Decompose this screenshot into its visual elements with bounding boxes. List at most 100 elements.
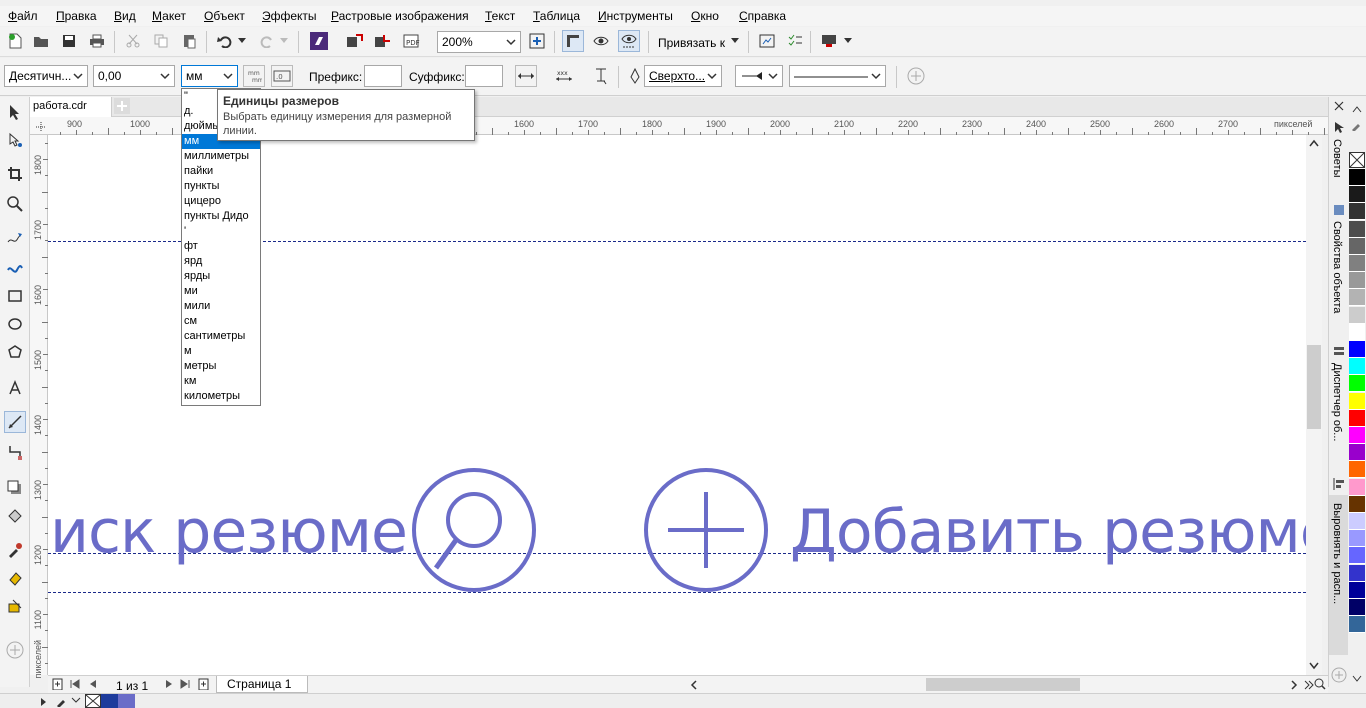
add-page-before-icon[interactable] bbox=[52, 678, 64, 690]
line-style-combo[interactable] bbox=[789, 65, 886, 87]
text-position-combo[interactable]: Сверхто... bbox=[644, 65, 722, 87]
status-expand-icon[interactable] bbox=[40, 697, 48, 707]
vertical-ruler[interactable]: 1800 1700 1600 1500 1400 1300 1200 1100 … bbox=[30, 135, 48, 678]
hints-icon[interactable] bbox=[1332, 121, 1346, 135]
color-swatch[interactable] bbox=[1349, 461, 1365, 479]
units-option[interactable]: м bbox=[182, 344, 260, 359]
dynamic-dimensioning-icon[interactable]: .0 bbox=[271, 65, 293, 87]
units-option[interactable]: ярды bbox=[182, 269, 260, 284]
palette-scroll-down-icon[interactable] bbox=[1352, 675, 1362, 683]
units-option[interactable]: километры bbox=[182, 389, 260, 404]
show-units-icon[interactable]: mm mm bbox=[243, 65, 265, 87]
outline-color-swatch[interactable] bbox=[118, 694, 135, 708]
units-option[interactable]: миллиметры bbox=[182, 149, 260, 164]
search-magnifier-icon[interactable] bbox=[412, 468, 536, 592]
artistic-media-icon[interactable] bbox=[4, 257, 26, 279]
menu-help[interactable]: Справка bbox=[739, 9, 786, 23]
units-option[interactable]: км bbox=[182, 374, 260, 389]
next-page-icon[interactable] bbox=[164, 679, 174, 689]
docker-tab-object-properties[interactable]: Свойства объекта bbox=[1331, 221, 1343, 313]
guideline[interactable] bbox=[48, 592, 1306, 593]
color-swatch[interactable] bbox=[1349, 564, 1365, 582]
color-swatch[interactable] bbox=[1349, 427, 1365, 444]
menu-object[interactable]: Объект bbox=[204, 9, 245, 23]
interactive-fill-icon[interactable] bbox=[4, 567, 26, 589]
pick-tool-icon[interactable] bbox=[4, 101, 26, 123]
text-position-icon[interactable]: xxx bbox=[553, 65, 575, 87]
menu-file[interactable]: Файл bbox=[8, 9, 38, 23]
import-icon[interactable] bbox=[344, 30, 366, 52]
first-page-icon[interactable] bbox=[70, 679, 80, 689]
units-option[interactable]: ' bbox=[182, 224, 260, 239]
menu-bitmaps[interactable]: Растровые изображения bbox=[331, 9, 469, 23]
color-swatch[interactable] bbox=[1349, 358, 1365, 376]
color-swatch[interactable] bbox=[1349, 272, 1365, 290]
units-option[interactable]: ярд bbox=[182, 254, 260, 269]
menu-edit[interactable]: Правка bbox=[56, 9, 97, 23]
units-option[interactable]: метры bbox=[182, 359, 260, 374]
ellipse-tool-icon[interactable] bbox=[4, 313, 26, 335]
copy-icon[interactable] bbox=[150, 30, 172, 52]
transparency-tool-icon[interactable] bbox=[4, 505, 26, 527]
last-page-icon[interactable] bbox=[180, 679, 190, 689]
show-guidelines-icon[interactable] bbox=[618, 30, 640, 52]
menu-tools[interactable]: Инструменты bbox=[598, 9, 673, 23]
search-resume-text[interactable]: иск резюме bbox=[50, 497, 408, 567]
publish-pdf-icon[interactable]: PDF bbox=[400, 30, 422, 52]
export-icon[interactable] bbox=[372, 30, 394, 52]
color-swatch[interactable] bbox=[1349, 444, 1365, 462]
zoom-tool-icon[interactable] bbox=[4, 193, 26, 215]
color-swatch[interactable] bbox=[1349, 237, 1365, 255]
zoom-to-page-icon[interactable] bbox=[526, 30, 548, 52]
dimension-precision-combo[interactable]: 0,00 bbox=[93, 65, 175, 87]
undo-icon[interactable] bbox=[214, 30, 236, 52]
color-swatch[interactable] bbox=[1349, 341, 1365, 358]
units-option[interactable]: пайки bbox=[182, 164, 260, 179]
scroll-up-icon[interactable] bbox=[1309, 139, 1319, 147]
color-swatch[interactable] bbox=[1349, 186, 1365, 204]
options-icon[interactable] bbox=[756, 30, 778, 52]
show-grid-icon[interactable] bbox=[590, 30, 612, 52]
redo-icon[interactable] bbox=[256, 30, 278, 52]
menu-layout[interactable]: Макет bbox=[152, 9, 186, 23]
color-swatch[interactable] bbox=[1349, 478, 1365, 496]
ruler-origin-icon[interactable] bbox=[36, 121, 46, 132]
drop-shadow-tool-icon[interactable] bbox=[4, 477, 26, 499]
app-launcher-icon[interactable] bbox=[308, 30, 330, 52]
palette-eyedropper-icon[interactable] bbox=[1351, 119, 1363, 131]
align-icon[interactable] bbox=[1332, 477, 1346, 491]
outline-pen-icon[interactable] bbox=[624, 65, 646, 87]
units-option[interactable]: ми bbox=[182, 284, 260, 299]
menu-table[interactable]: Таблица bbox=[533, 9, 580, 23]
connector-tool-icon[interactable] bbox=[4, 441, 26, 463]
dimension-style-combo[interactable]: Десятичн... bbox=[4, 65, 88, 87]
color-swatch[interactable] bbox=[1349, 616, 1365, 634]
vertical-scrollbar[interactable] bbox=[1306, 135, 1322, 675]
smart-fill-icon[interactable] bbox=[4, 595, 26, 617]
undo-dropdown-icon[interactable] bbox=[236, 30, 248, 52]
horizontal-scroll-thumb[interactable] bbox=[926, 678, 1080, 691]
prefix-input[interactable] bbox=[364, 65, 402, 87]
paste-icon[interactable] bbox=[178, 30, 200, 52]
color-swatch[interactable] bbox=[1349, 220, 1365, 238]
polygon-tool-icon[interactable] bbox=[4, 341, 26, 363]
scroll-left-icon[interactable] bbox=[690, 680, 698, 690]
checklist-icon[interactable] bbox=[784, 30, 806, 52]
menu-window[interactable]: Окно bbox=[691, 9, 719, 23]
color-swatch[interactable] bbox=[1349, 203, 1365, 221]
palette-scroll-up-icon[interactable] bbox=[1352, 105, 1362, 113]
status-eyedropper-icon[interactable] bbox=[56, 695, 68, 707]
properties-icon[interactable] bbox=[1332, 203, 1346, 217]
save-icon[interactable] bbox=[58, 30, 80, 52]
arrowhead-combo[interactable] bbox=[735, 65, 783, 87]
add-tool-icon[interactable] bbox=[4, 639, 26, 661]
document-tab[interactable]: работа.cdr bbox=[30, 97, 112, 117]
expand-right-icon[interactable] bbox=[1304, 680, 1314, 690]
units-option[interactable]: см bbox=[182, 314, 260, 329]
color-swatch[interactable] bbox=[1349, 392, 1365, 410]
menu-text[interactable]: Текст bbox=[485, 9, 515, 23]
new-document-icon[interactable] bbox=[4, 30, 26, 52]
units-option[interactable]: фт bbox=[182, 239, 260, 254]
color-swatch[interactable] bbox=[1349, 547, 1365, 565]
rectangle-tool-icon[interactable] bbox=[4, 285, 26, 307]
